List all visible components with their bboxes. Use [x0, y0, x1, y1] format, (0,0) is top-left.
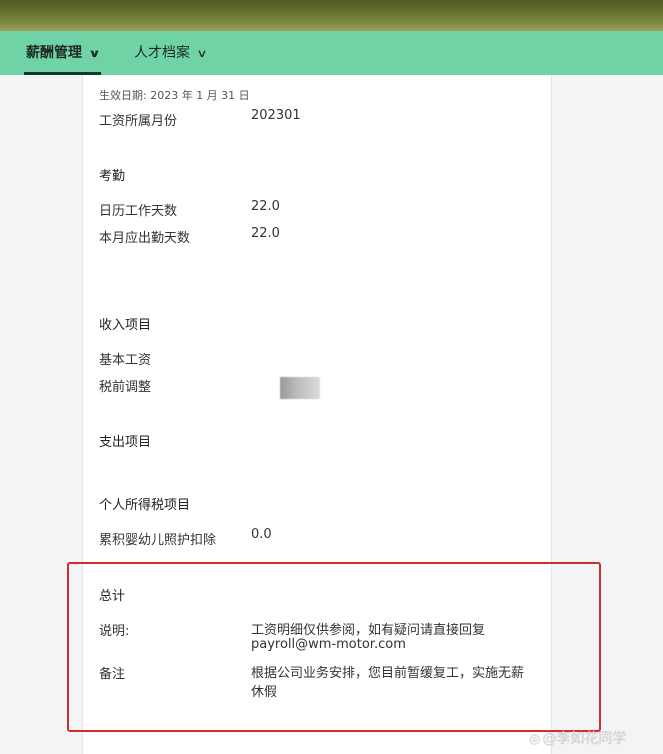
calendar-workdays-label: 日历工作天数 [99, 204, 178, 219]
header-banner-image [0, 0, 663, 31]
expense-section-title: 支出项目 [99, 435, 152, 450]
salary-month-label: 工资所属月份 [99, 114, 178, 129]
watermark-text: @李如花同学 [542, 731, 627, 747]
nav-item-salary-management[interactable]: 薪酬管理 ∨ [24, 31, 101, 75]
required-attendance-value: 22.0 [251, 226, 280, 241]
attendance-section-title: 考勤 [99, 169, 126, 184]
income-section-title: 收入项目 [99, 318, 152, 333]
redacted-value [280, 377, 320, 399]
weibo-icon: ◎ [529, 732, 541, 747]
base-salary-label: 基本工资 [99, 353, 152, 368]
nav-item-talent-profile[interactable]: 人才档案 ∨ [134, 31, 208, 75]
chevron-down-icon: ∨ [88, 47, 101, 60]
pretax-adjustment-label: 税前调整 [99, 380, 152, 395]
childcare-deduction-label: 累积婴幼儿照护扣除 [99, 533, 217, 548]
income-tax-section-title: 个人所得税项目 [99, 498, 191, 513]
required-attendance-label: 本月应出勤天数 [99, 231, 191, 246]
nav-item-label: 人才档案 [134, 45, 190, 61]
calendar-workdays-value: 22.0 [251, 199, 280, 214]
note-label: 说明: [99, 624, 130, 639]
effective-date: 生效日期: 2023 年 1 月 31 日 [99, 89, 250, 102]
total-section-title: 总计 [99, 589, 126, 604]
note-text-line1: 工资明细仅供参阅，如有疑问请直接回复 [251, 623, 486, 638]
chevron-down-icon: ∨ [196, 47, 208, 60]
childcare-deduction-value: 0.0 [251, 527, 272, 542]
nav-item-label: 薪酬管理 [26, 45, 82, 61]
watermark: ◎ @李如花同学 [529, 728, 626, 748]
top-navbar: 薪酬管理 ∨ 人才档案 ∨ [0, 31, 663, 75]
note-email: payroll@wm-motor.com [251, 637, 406, 652]
remark-text-line2: 休假 [251, 685, 278, 700]
remark-label: 备注 [99, 667, 126, 682]
remark-text-line1: 根据公司业务安排，您目前暂缓复工，实施无薪 [251, 666, 525, 681]
salary-month-value: 202301 [251, 108, 301, 123]
